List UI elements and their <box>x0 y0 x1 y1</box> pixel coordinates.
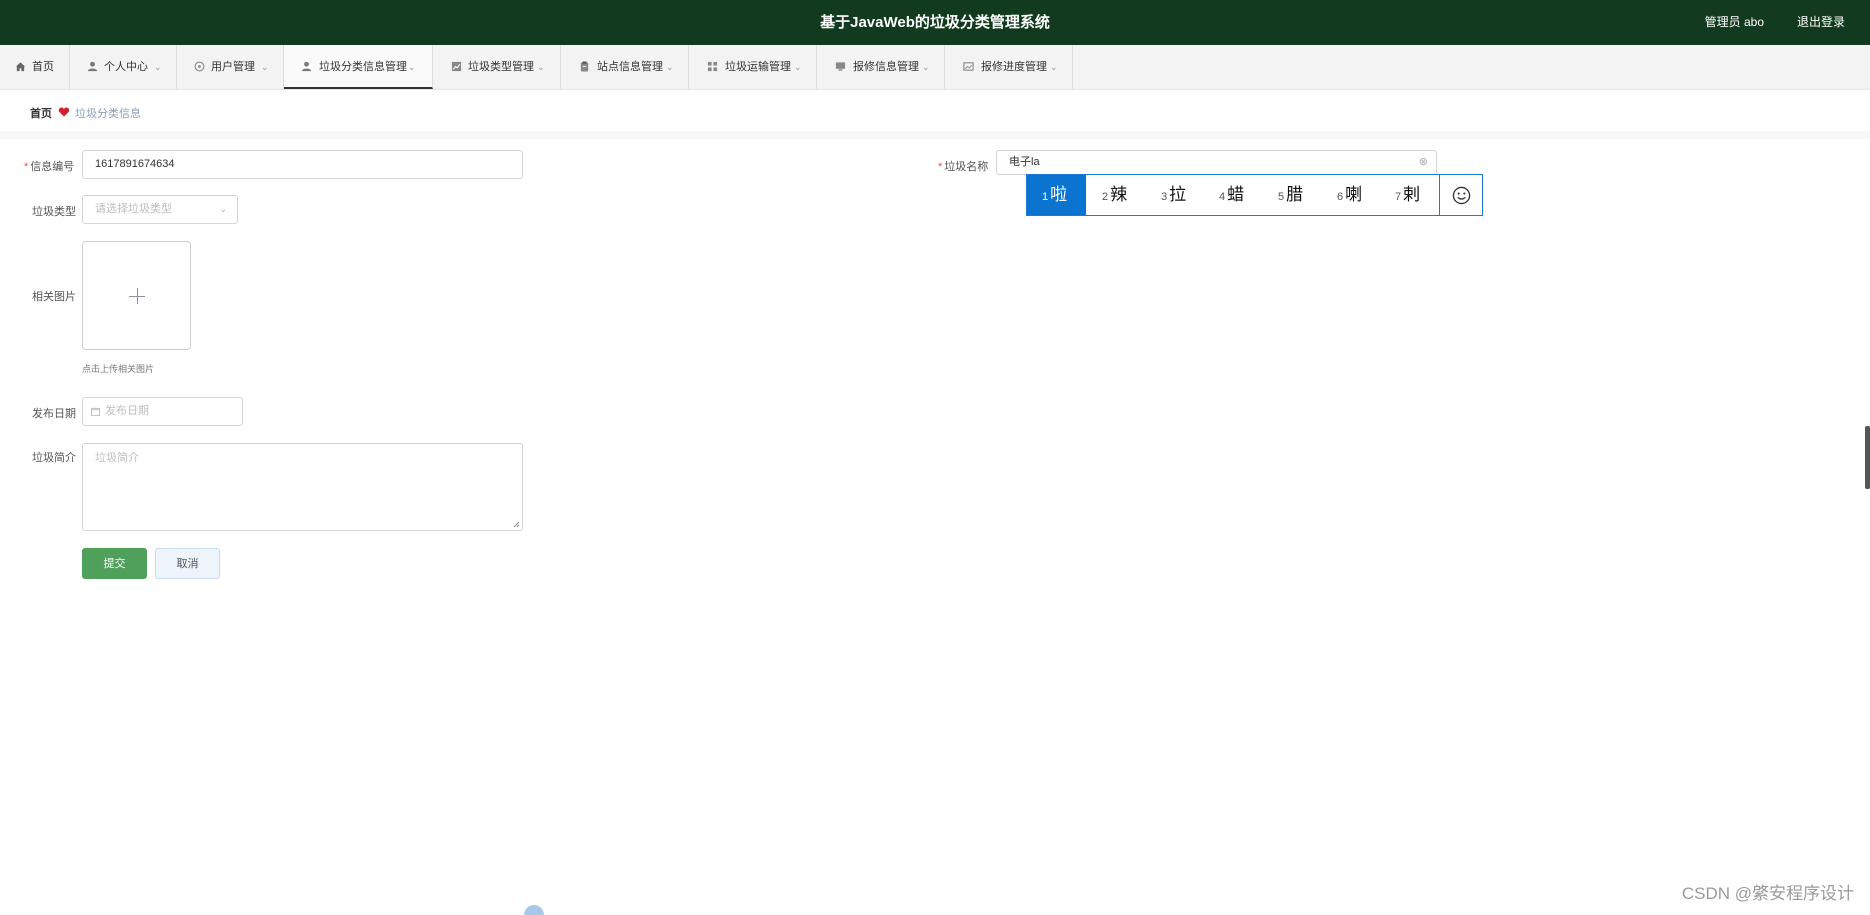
nav-item-users[interactable]: 用户管理 ⌄ <box>177 45 284 89</box>
chart-icon <box>451 61 462 72</box>
nav-item-profile[interactable]: 个人中心 ⌄ <box>70 45 177 89</box>
top-header: 基于JavaWeb的垃圾分类管理系统 管理员 abo 退出登录 <box>0 0 1870 45</box>
nav-item-repair-progress[interactable]: 报修进度管理 ⌄ <box>945 45 1073 89</box>
watermark: CSDN @綮安程序设计 <box>1681 884 1854 903</box>
nav-item-label: 首页 <box>32 61 54 73</box>
breadcrumb-home[interactable]: 首页 <box>30 97 52 131</box>
user-icon <box>87 61 98 72</box>
garbage-type-select[interactable]: 请选择垃圾类型 ⌄ <box>82 195 238 224</box>
garbage-type-label: 垃圾类型 <box>32 206 76 218</box>
info-no-input[interactable]: 1617891674634 <box>82 150 523 179</box>
chevron-down-icon: ⌄ <box>537 62 545 72</box>
ime-candidate-bar: 1啦 2辣 3拉 4蜡 5腊 6喇 7剌 <box>1026 174 1483 216</box>
nav-item-station-info[interactable]: 站点信息管理 ⌄ <box>561 45 689 89</box>
ime-candidate[interactable]: 4蜡 <box>1219 175 1244 215</box>
ime-candidate[interactable]: 6喇 <box>1337 175 1362 215</box>
image-upload-box[interactable] <box>82 241 191 350</box>
breadcrumb: 首页 垃圾分类信息 <box>14 97 1860 131</box>
ime-candidate[interactable]: 1啦 <box>1027 175 1086 215</box>
submit-button[interactable]: 提交 <box>82 548 147 579</box>
ime-candidate[interactable]: 3拉 <box>1161 175 1186 215</box>
publish-date-picker[interactable]: 发布日期 <box>82 397 243 426</box>
home-icon <box>15 62 26 72</box>
logout-link[interactable]: 退出登录 <box>1797 0 1845 45</box>
chevron-down-icon: ⌄ <box>408 62 416 72</box>
current-user-label: 管理员 abo <box>1704 15 1764 29</box>
cancel-button[interactable]: 取消 <box>155 548 220 579</box>
smiley-icon <box>1452 186 1471 205</box>
image-label: 相关图片 <box>32 291 76 303</box>
clear-icon[interactable]: ⊗ <box>1419 151 1428 174</box>
content-divider <box>0 131 1870 139</box>
resize-handle-icon[interactable] <box>513 521 520 528</box>
form-panel <box>14 139 1860 604</box>
calendar-icon <box>91 407 100 416</box>
nav-item-transport[interactable]: 垃圾运输管理 ⌄ <box>689 45 817 89</box>
chevron-down-icon: ⌄ <box>261 62 269 72</box>
chevron-down-icon: ⌄ <box>219 204 227 214</box>
garbage-name-input[interactable]: 电子la ⊗ <box>996 150 1437 175</box>
user-icon <box>301 61 312 72</box>
grid-icon <box>707 61 718 72</box>
intro-textarea[interactable]: 垃圾简介 <box>82 443 523 531</box>
nav-item-garbage-info[interactable]: 垃圾分类信息管理 ⌄ <box>284 45 433 89</box>
nav-item-home[interactable]: 首页 <box>0 45 70 89</box>
main-nav: 首页 个人中心 ⌄ 用户管理 ⌄ 垃圾分类信息管理 ⌄ 垃圾类型管理 ⌄ 站点信… <box>0 45 1870 90</box>
intro-label: 垃圾简介 <box>32 452 76 464</box>
nav-item-label: 垃圾类型管理 <box>468 61 534 73</box>
image-icon <box>963 62 974 71</box>
chevron-down-icon: ⌄ <box>794 62 802 72</box>
nav-item-label: 报修进度管理 <box>981 61 1047 73</box>
chevron-down-icon: ⌄ <box>1050 62 1058 72</box>
nav-item-label: 站点信息管理 <box>597 61 663 73</box>
system-title: 基于JavaWeb的垃圾分类管理系统 <box>820 14 1050 31</box>
nav-item-label: 用户管理 <box>211 61 255 73</box>
garbage-name-label: * 垃圾名称 <box>938 161 989 173</box>
monitor-icon <box>835 62 846 71</box>
publish-date-label: 发布日期 <box>32 408 76 420</box>
nav-item-label: 报修信息管理 <box>853 61 919 73</box>
nav-item-label: 垃圾运输管理 <box>725 61 791 73</box>
scrollbar-thumb[interactable] <box>1865 426 1870 489</box>
chevron-down-icon: ⌄ <box>666 62 674 72</box>
ime-candidate[interactable]: 2辣 <box>1102 175 1127 215</box>
chevron-down-icon: ⌄ <box>154 62 162 72</box>
upload-hint: 点击上传相关图片 <box>82 364 155 374</box>
users-icon <box>194 61 205 72</box>
heart-icon <box>58 107 70 117</box>
clipboard-icon <box>580 61 589 72</box>
nav-item-label: 垃圾分类信息管理 <box>319 61 407 73</box>
ime-candidate[interactable]: 5腊 <box>1278 175 1303 215</box>
breadcrumb-current: 垃圾分类信息 <box>75 108 141 120</box>
info-no-label: * 信息编号 <box>24 161 75 173</box>
ime-candidate[interactable]: 7剌 <box>1395 175 1420 215</box>
nav-item-garbage-type[interactable]: 垃圾类型管理 ⌄ <box>433 45 561 89</box>
nav-item-repair-info[interactable]: 报修信息管理 ⌄ <box>817 45 945 89</box>
chevron-down-icon: ⌄ <box>922 62 930 72</box>
ime-emoji-button[interactable] <box>1439 175 1483 215</box>
nav-item-label: 个人中心 <box>104 61 148 73</box>
floating-widget-edge[interactable] <box>524 905 544 915</box>
